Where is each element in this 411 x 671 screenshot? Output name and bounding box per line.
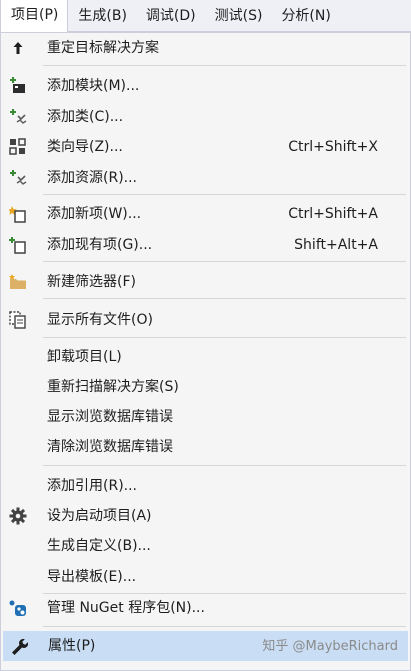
arrow-up-icon — [9, 39, 27, 57]
add-module-icon — [9, 77, 27, 95]
menu-item-shortcut: Ctrl+Shift+A — [288, 206, 378, 222]
menu-item-label: 导出模板(E)... — [47, 569, 137, 585]
menu-item-add-new-item[interactable]: 添加新项(W)... Ctrl+Shift+A — [3, 200, 408, 228]
menu-item-new-filter[interactable]: 新建筛选器(F) — [3, 268, 408, 296]
menu-item-add-existing-item[interactable]: 添加现有项(G)... Shift+Alt+A — [3, 231, 408, 259]
menu-item-label: 设为启动项目(A) — [47, 508, 152, 524]
menu-item-label: 重定目标解决方案 — [47, 40, 159, 56]
menu-item-build-customizations[interactable]: 生成自定义(B)... — [3, 532, 408, 560]
menu-item-label: 添加模块(M)... — [47, 78, 140, 94]
show-all-files-icon — [9, 311, 27, 329]
menu-separator — [43, 194, 406, 195]
menu-item-add-class[interactable]: 添加类(C)... — [3, 103, 408, 131]
new-filter-folder-icon — [9, 273, 27, 291]
menu-separator — [43, 298, 406, 299]
menu-separator — [43, 626, 406, 627]
menubar-item-project[interactable]: 项目(P) — [0, 0, 69, 32]
wrench-icon — [10, 637, 28, 655]
menu-item-unload-project[interactable]: 卸载项目(L) — [3, 343, 408, 371]
menu-separator — [43, 261, 406, 262]
menu-item-label: 显示浏览数据库错误 — [47, 409, 173, 425]
add-new-item-icon — [9, 205, 27, 223]
menu-bar: 项目(P) 生成(B) 调试(D) 测试(S) 分析(N) — [0, 0, 411, 32]
menu-item-label: 添加新项(W)... — [47, 206, 142, 222]
menu-item-show-all-files[interactable]: 显示所有文件(O) — [3, 306, 408, 334]
menu-item-label: 添加资源(R)... — [47, 170, 138, 186]
menubar-item-debug[interactable]: 调试(D) — [136, 0, 205, 32]
menu-item-label: 显示所有文件(O) — [47, 312, 153, 328]
watermark: 知乎 @MaybeRichard — [262, 639, 398, 654]
menu-item-add-reference[interactable]: 添加引用(R)... — [3, 472, 408, 500]
menu-separator — [43, 337, 406, 338]
menu-item-shortcut: Shift+Alt+A — [294, 237, 378, 253]
menu-item-show-browse-db-errors[interactable]: 显示浏览数据库错误 — [3, 403, 408, 431]
menu-item-label: 生成自定义(B)... — [47, 538, 151, 554]
menu-item-label: 添加类(C)... — [47, 109, 124, 125]
menu-item-label: 添加引用(R)... — [47, 478, 138, 494]
menu-item-retarget-solution[interactable]: 重定目标解决方案 — [3, 34, 408, 62]
menubar-item-build[interactable]: 生成(B) — [68, 0, 136, 32]
menu-item-label: 属性(P) — [48, 638, 96, 654]
menu-item-export-template[interactable]: 导出模板(E)... — [3, 563, 408, 591]
add-resource-icon — [9, 169, 27, 187]
menu-item-manage-nuget[interactable]: 管理 NuGet 程序包(N)... — [3, 594, 408, 622]
menu-item-label: 管理 NuGet 程序包(N)... — [47, 600, 205, 616]
menu-item-clear-browse-db-errors[interactable]: 清除浏览数据库错误 — [3, 433, 408, 461]
add-existing-item-icon — [9, 236, 27, 254]
class-wizard-icon — [9, 138, 27, 156]
menu-item-rescan-solution[interactable]: 重新扫描解决方案(S) — [3, 373, 408, 401]
nuget-icon — [9, 599, 27, 617]
menu-item-add-resource[interactable]: 添加资源(R)... — [3, 164, 408, 192]
gear-icon — [9, 507, 27, 525]
menu-item-label: 添加现有项(G)... — [47, 237, 153, 253]
menu-item-label: 清除浏览数据库错误 — [47, 439, 173, 455]
menu-item-label: 卸载项目(L) — [47, 349, 122, 365]
menu-item-label: 新建筛选器(F) — [47, 274, 136, 290]
menubar-item-analyze[interactable]: 分析(N) — [271, 0, 339, 32]
menu-item-class-wizard[interactable]: 类向导(Z)... Ctrl+Shift+X — [3, 133, 408, 161]
menu-item-add-module[interactable]: 添加模块(M)... — [3, 72, 408, 100]
menu-item-label: 类向导(Z)... — [47, 139, 123, 155]
menu-separator — [43, 65, 406, 66]
menu-item-label: 重新扫描解决方案(S) — [47, 379, 179, 395]
menu-item-set-startup-project[interactable]: 设为启动项目(A) — [3, 502, 408, 530]
project-menu-dropdown: 重定目标解决方案 添加模块(M)... 添加类(C)... 类向导(Z)... … — [0, 32, 411, 671]
menu-separator — [43, 465, 406, 466]
add-class-icon — [9, 108, 27, 126]
menubar-item-test[interactable]: 测试(S) — [205, 0, 272, 32]
menu-item-shortcut: Ctrl+Shift+X — [288, 139, 378, 155]
